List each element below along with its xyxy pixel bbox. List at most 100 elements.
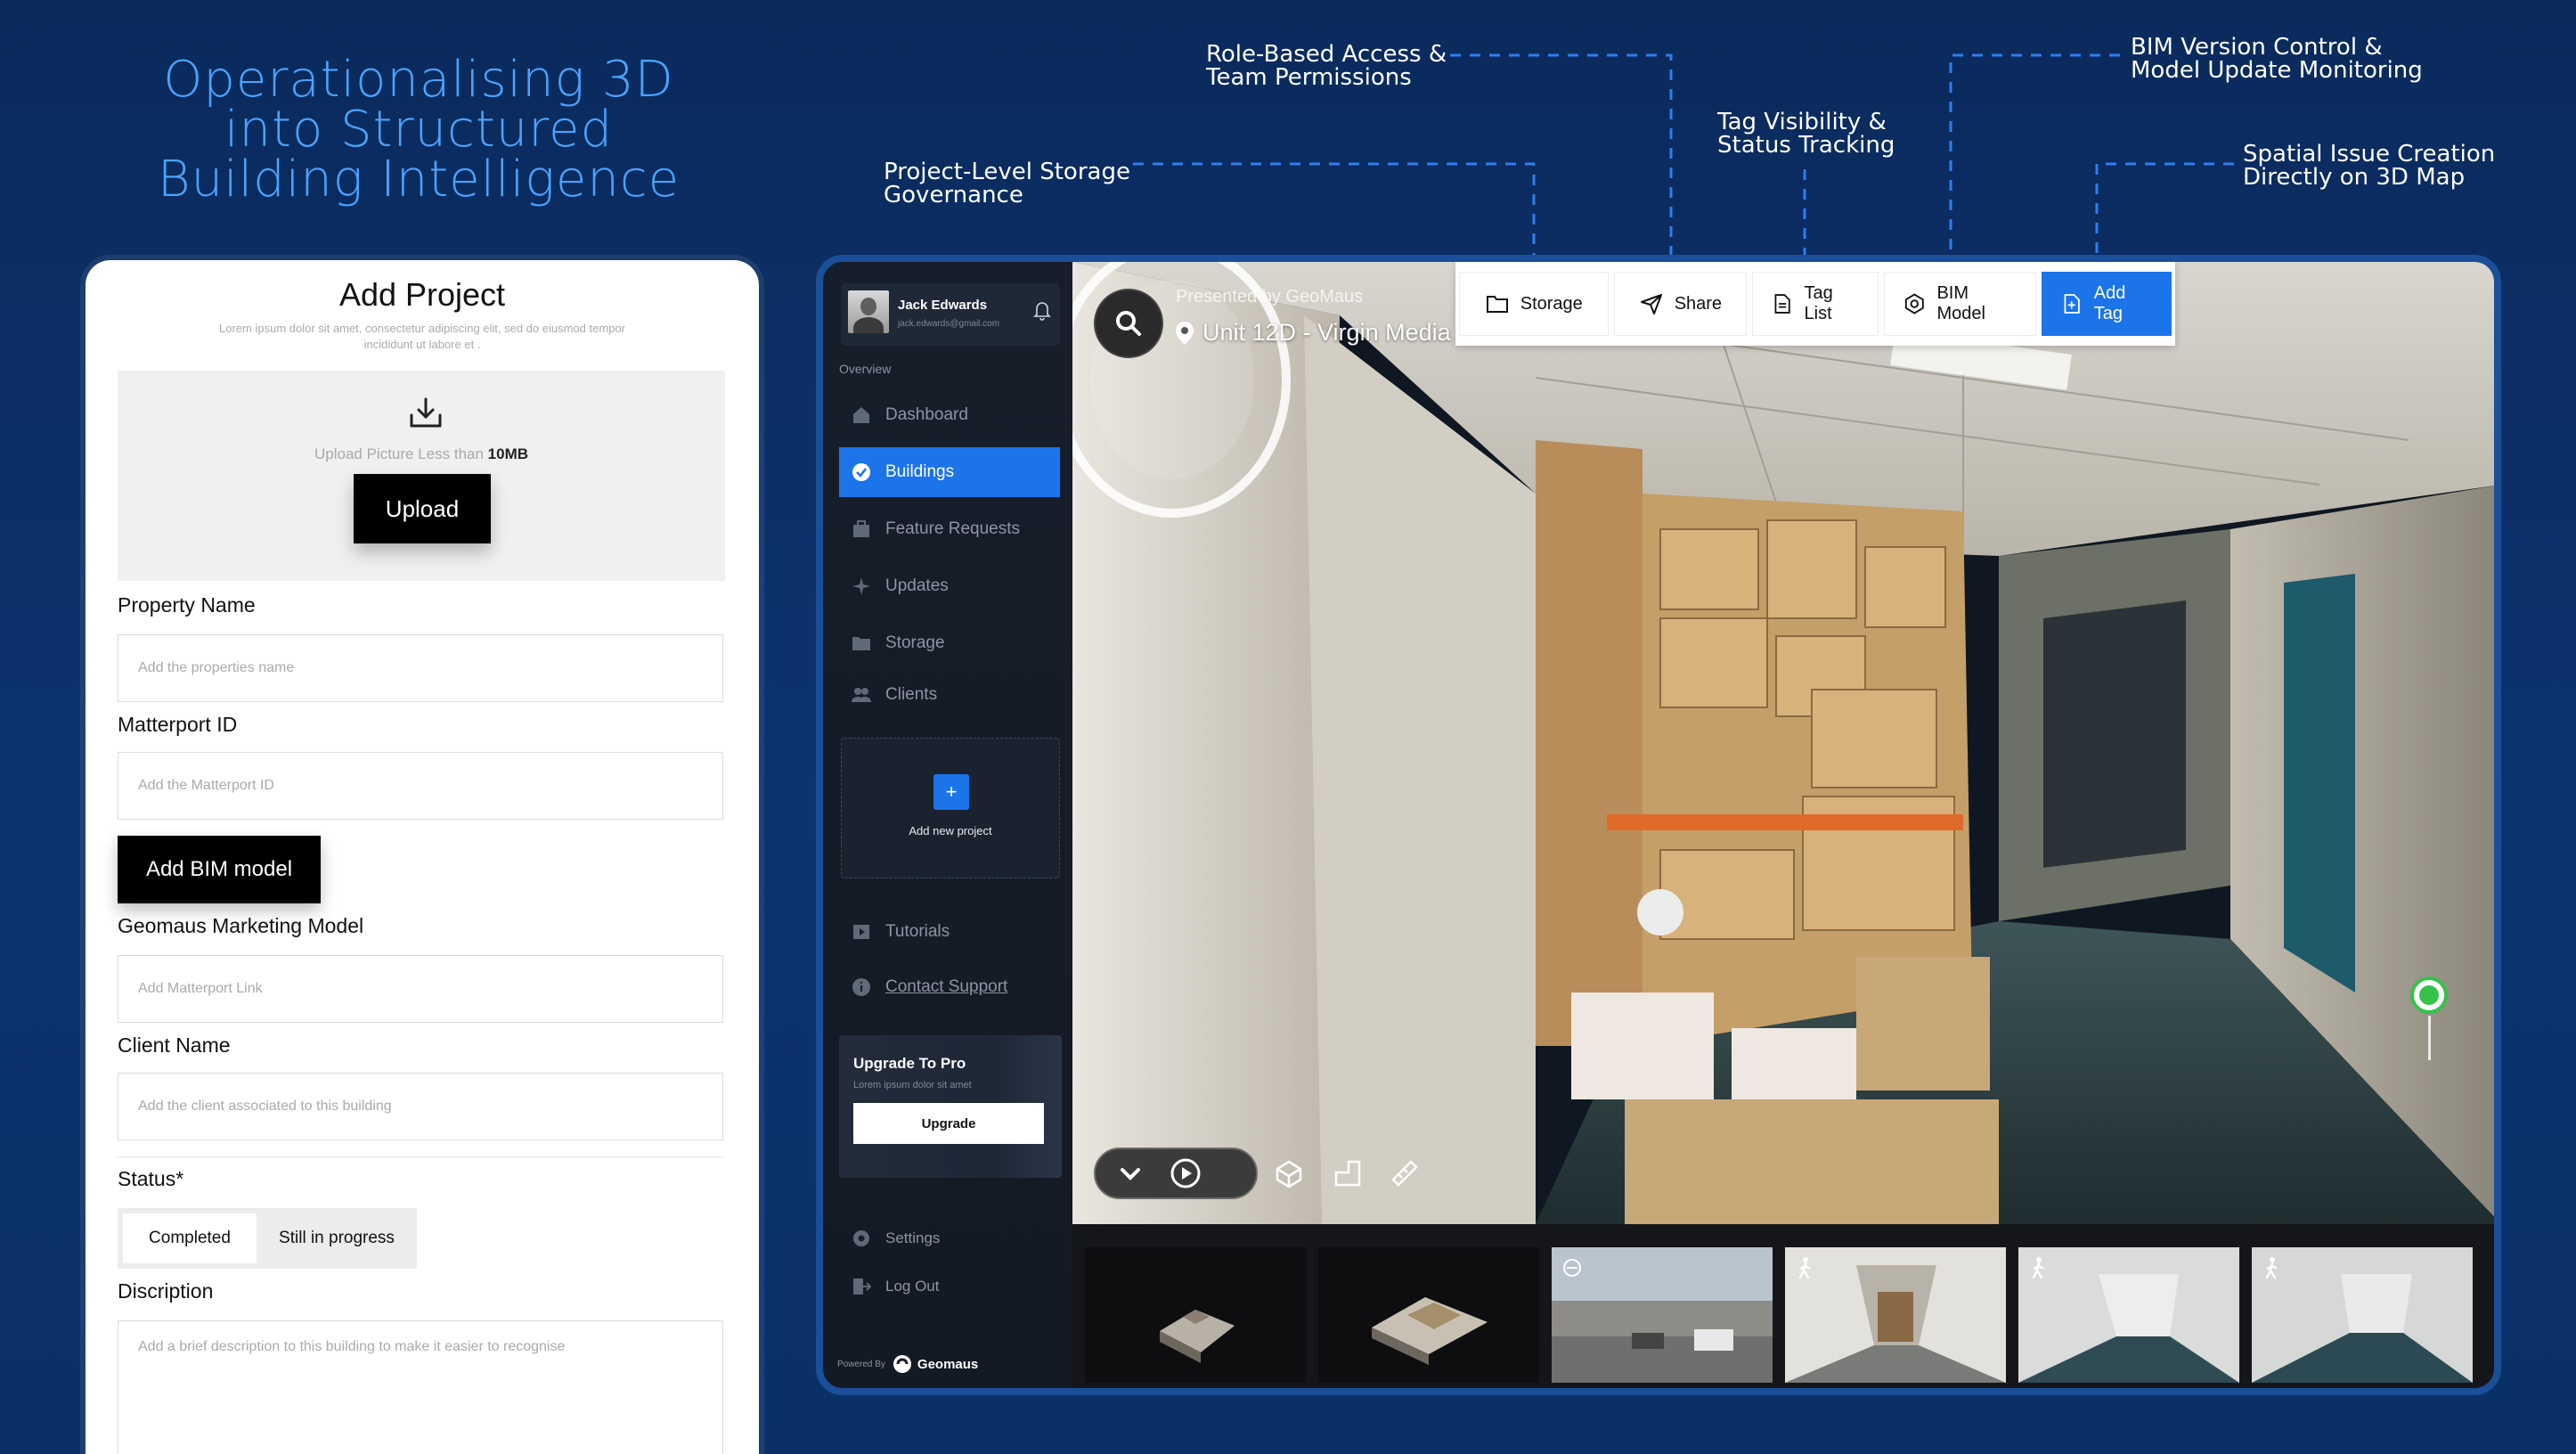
viewer-toolbar: Storage Share Tag List BIM Model Add Tag xyxy=(1455,262,2175,346)
bell-icon[interactable] xyxy=(1033,299,1051,321)
bim-icon xyxy=(1904,293,1924,314)
upload-dropzone[interactable]: Upload Picture Less than 10MB Upload xyxy=(118,371,725,581)
walking-person-icon xyxy=(1798,1257,1811,1279)
tag-list-button[interactable]: Tag List xyxy=(1752,272,1879,336)
users-icon xyxy=(852,688,871,702)
logout-icon xyxy=(853,1278,871,1295)
tour-controls xyxy=(1094,1148,1258,1199)
status-toggle: Completed Still in progress xyxy=(118,1208,417,1269)
upload-hint-text: Upload Picture Less than xyxy=(314,445,488,462)
sidebar-item-label: Clients xyxy=(885,685,938,704)
upload-size-limit: 10MB xyxy=(487,445,529,462)
tag-pin[interactable] xyxy=(2410,976,2448,1014)
sidebar-item-updates[interactable]: Updates xyxy=(839,561,1060,611)
bim-model-button[interactable]: BIM Model xyxy=(1883,272,2037,336)
folder-icon xyxy=(1486,296,1508,313)
avatar xyxy=(848,290,889,333)
sidebar-item-label: Updates xyxy=(885,576,949,595)
share-button[interactable]: Share xyxy=(1613,272,1748,336)
status-in-progress-option[interactable]: Still in progress xyxy=(262,1213,412,1263)
add-document-icon xyxy=(2064,294,2081,314)
search-button[interactable] xyxy=(1094,289,1163,358)
sidebar-item-label: Contact Support xyxy=(885,977,1008,996)
upgrade-subtitle: Lorem ipsum dolor sit amet xyxy=(853,1080,972,1090)
matterport-id-input[interactable]: Add the Matterport ID xyxy=(118,752,723,820)
sidebar-item-label: Log Out xyxy=(885,1278,940,1295)
storage-label: Storage xyxy=(1520,293,1583,314)
property-name-input[interactable]: Add the properties name xyxy=(118,634,723,702)
sidebar-item-feature-requests[interactable]: Feature Requests xyxy=(839,504,1060,554)
sidebar-item-storage[interactable]: Storage xyxy=(839,618,1060,668)
status-label: Status* xyxy=(118,1167,184,1190)
sidebar-item-clients[interactable]: Clients xyxy=(839,670,1060,720)
location-name: Unit 12D - Virgin Media xyxy=(1202,319,1451,346)
callout-role-access: Role-Based Access & Team Permissions xyxy=(1206,41,1447,91)
3d-scene-photo[interactable] xyxy=(1072,262,2501,1224)
sparkle-icon xyxy=(852,577,870,595)
play-icon[interactable] xyxy=(1169,1156,1202,1190)
user-profile-card[interactable]: Jack Edwards jack.edwards@gmail.com xyxy=(841,283,1060,346)
add-tag-button[interactable]: Add Tag xyxy=(2042,272,2172,336)
presented-by-text: Presented by GeoMaus xyxy=(1176,287,1364,306)
home-icon xyxy=(853,407,869,423)
bim-model-label: BIM Model xyxy=(1936,283,1985,323)
sidebar-item-tutorials[interactable]: Tutorials xyxy=(839,907,1060,957)
callout-tag-visibility: Tag Visibility & Status Tracking xyxy=(1717,109,1895,159)
matterport-id-label: Matterport ID xyxy=(118,713,238,736)
document-icon xyxy=(1774,294,1790,314)
thumbnail-corridor-1[interactable] xyxy=(1785,1247,2006,1383)
building-icon xyxy=(852,463,870,481)
storage-button[interactable]: Storage xyxy=(1459,272,1609,336)
location-label: Unit 12D - Virgin Media xyxy=(1176,319,1451,347)
add-new-project-card[interactable]: + Add new project xyxy=(841,738,1060,878)
plus-icon: + xyxy=(933,774,969,810)
upgrade-title: Upgrade To Pro xyxy=(853,1055,966,1072)
share-label: Share xyxy=(1674,293,1723,314)
sidebar-item-label: Dashboard xyxy=(885,405,968,424)
upload-button[interactable]: Upload xyxy=(354,474,491,543)
user-email: jack.edwards@gmail.com xyxy=(898,319,1000,329)
geomaus-logo-icon xyxy=(893,1355,911,1373)
status-completed-option[interactable]: Completed xyxy=(123,1213,257,1263)
thumbnail-dollhouse-2[interactable] xyxy=(1318,1247,1539,1383)
upgrade-button[interactable]: Upgrade xyxy=(853,1103,1044,1144)
map-pin-icon xyxy=(1176,321,1194,345)
sidebar-item-dashboard[interactable]: Dashboard xyxy=(839,390,1060,440)
form-subtitle: Lorem ipsum dolor sit amet, consectetur … xyxy=(219,322,625,351)
thumbnail-exterior[interactable] xyxy=(1552,1247,1773,1383)
callout-spatial-issue: Spatial Issue Creation Directly on 3D Ma… xyxy=(2243,141,2496,191)
sidebar-item-contact-support[interactable]: Contact Support xyxy=(839,962,1060,1012)
form-title: Add Project xyxy=(338,276,506,313)
app-window: Jack Edwards jack.edwards@gmail.com Over… xyxy=(816,255,2501,1395)
sidebar-item-settings[interactable]: Settings xyxy=(839,1213,1060,1263)
briefcase-icon xyxy=(853,520,869,537)
dollhouse-icon[interactable] xyxy=(1272,1156,1306,1190)
property-name-label: Property Name xyxy=(118,593,256,617)
sidebar-item-logout[interactable]: Log Out xyxy=(839,1262,1060,1311)
info-icon xyxy=(852,978,870,996)
sidebar-item-label: Buildings xyxy=(885,462,955,481)
thumbnail-corridor-2[interactable] xyxy=(2018,1247,2239,1383)
chevron-down-icon[interactable] xyxy=(1113,1156,1147,1190)
callout-storage-governance: Project-Level Storage Governance xyxy=(884,159,1130,208)
panorama-icon xyxy=(1563,1259,1581,1277)
measure-icon[interactable] xyxy=(1388,1156,1422,1190)
add-tag-label: Add Tag xyxy=(2093,283,2126,323)
folder-icon xyxy=(852,637,870,650)
add-bim-model-button[interactable]: Add BIM model xyxy=(118,836,321,903)
walking-person-icon xyxy=(2265,1257,2278,1279)
marketing-model-input[interactable]: Add Matterport Link xyxy=(118,955,723,1023)
client-name-label: Client Name xyxy=(118,1033,231,1057)
tag-pin-stem xyxy=(2428,1016,2431,1060)
video-icon xyxy=(853,925,869,939)
thumbnail-corridor-3[interactable] xyxy=(2252,1247,2473,1383)
sidebar-item-buildings[interactable]: Buildings xyxy=(839,447,1060,497)
client-name-input[interactable]: Add the client associated to this buildi… xyxy=(118,1073,723,1140)
sidebar: Jack Edwards jack.edwards@gmail.com Over… xyxy=(823,262,1072,1388)
description-textarea[interactable]: Add a brief description to this building… xyxy=(118,1320,723,1454)
thumbnail-dollhouse-1[interactable] xyxy=(1085,1247,1306,1383)
add-new-project-label: Add new project xyxy=(909,824,992,837)
form-divider xyxy=(118,1156,723,1157)
floorplan-icon[interactable] xyxy=(1331,1156,1365,1190)
3d-viewer[interactable]: Presented by GeoMaus Unit 12D - Virgin M… xyxy=(1072,262,2501,1388)
